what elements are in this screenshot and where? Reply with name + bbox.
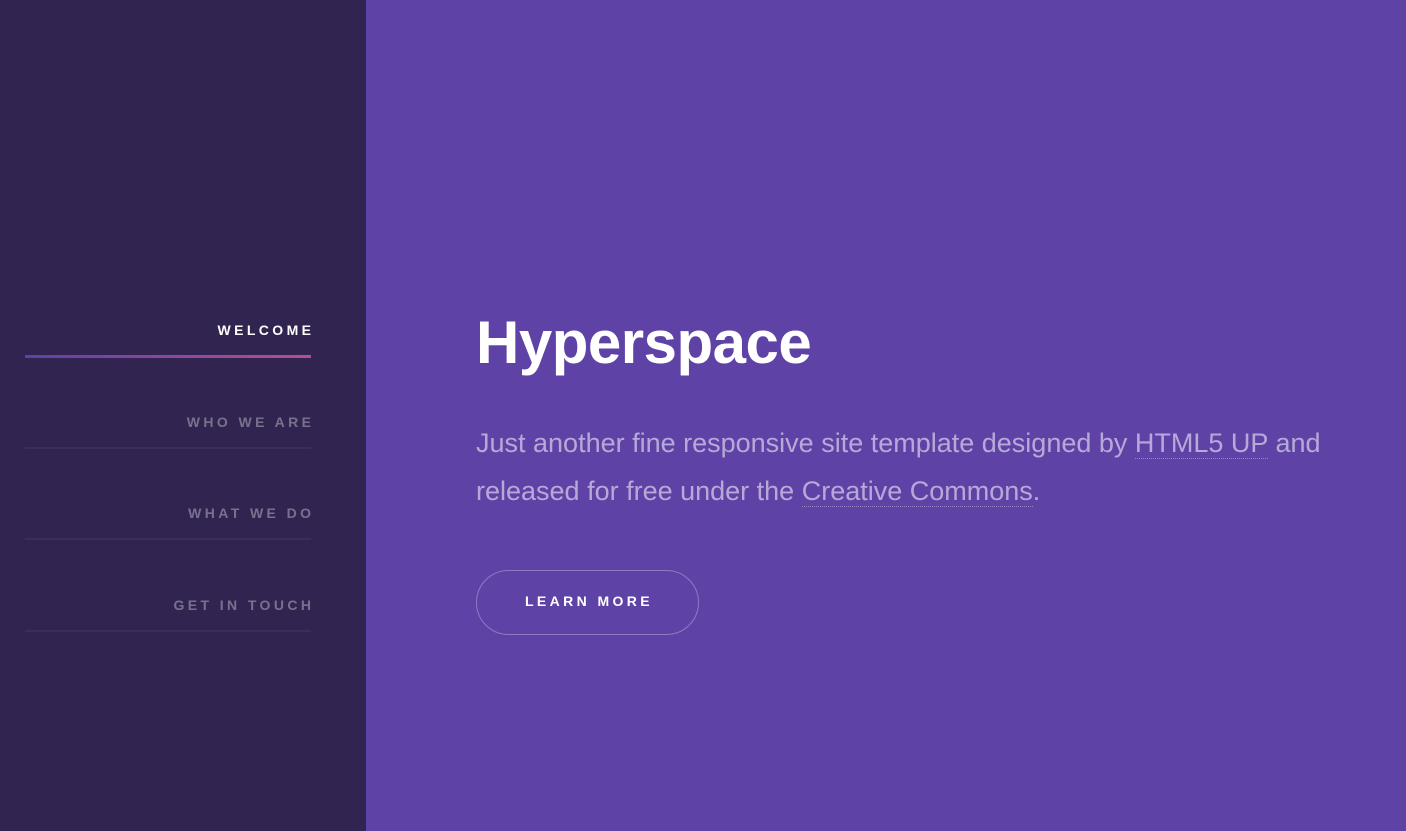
html5up-link[interactable]: HTML5 UP <box>1134 428 1268 459</box>
sidebar-item-label: WHAT WE DO <box>188 505 315 521</box>
sidebar: WELCOME WHO WE ARE WHAT WE DO GET IN TOU… <box>0 0 366 831</box>
main-content: Hyperspace Just another fine responsive … <box>366 0 1406 831</box>
intro-text-part: . <box>1032 476 1041 506</box>
page-title: Hyperspace <box>476 309 812 376</box>
active-underline <box>25 355 311 358</box>
page: WELCOME WHO WE ARE WHAT WE DO GET IN TOU… <box>0 0 1406 831</box>
sidebar-item-label: WHO WE ARE <box>186 413 315 430</box>
sidebar-item-label: GET IN TOUCH <box>173 596 315 613</box>
nav-divider <box>25 538 311 540</box>
learn-more-button[interactable]: LEARN MORE <box>476 570 699 635</box>
nav-divider <box>25 629 311 632</box>
sidebar-item-what-we-do[interactable]: WHAT WE DO <box>25 486 311 578</box>
sidebar-item-label: WELCOME <box>217 322 315 338</box>
creative-commons-link[interactable]: Creative Commons <box>801 476 1033 507</box>
nav-divider <box>25 446 311 449</box>
sidebar-nav: WELCOME WHO WE ARE WHAT WE DO GET IN TOU… <box>25 303 311 669</box>
sidebar-item-who-we-are[interactable]: WHO WE ARE <box>25 395 311 487</box>
sidebar-item-get-in-touch[interactable]: GET IN TOUCH <box>25 578 311 670</box>
sidebar-item-welcome[interactable]: WELCOME <box>25 303 311 395</box>
intro-text: Just another fine responsive site templa… <box>476 419 1376 515</box>
intro-text-part: Just another fine responsive site templa… <box>476 428 1135 458</box>
